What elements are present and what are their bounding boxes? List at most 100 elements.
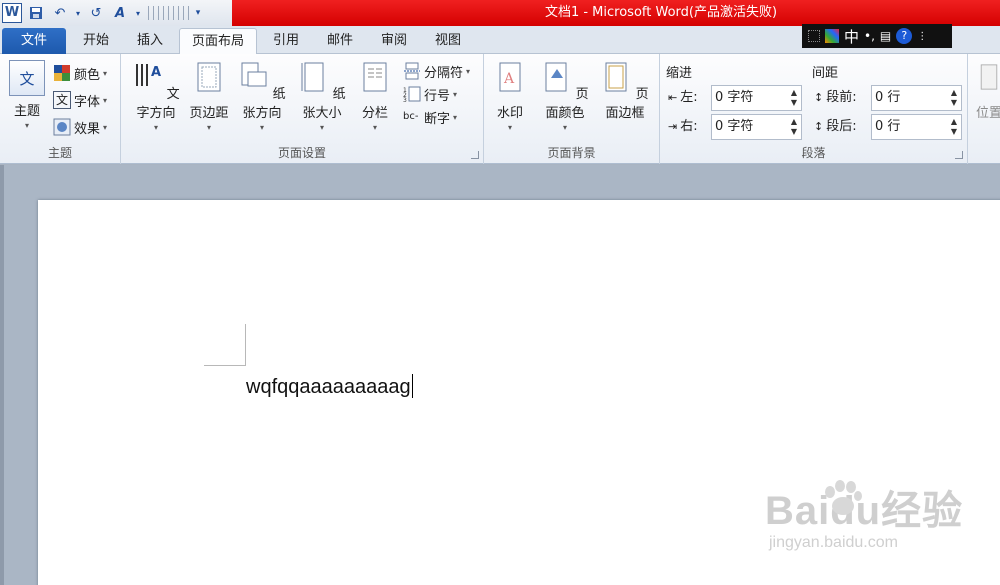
watermark-button[interactable]: A 水印 ▾ [492,60,528,132]
ime-menu-icon[interactable]: ⋮ [917,31,927,42]
tab-insert[interactable]: 插入 [124,28,176,54]
tab-mailings[interactable]: 邮件 [314,28,366,54]
spacing-after-spinner-icon[interactable]: ▲ ▼ [951,117,957,137]
tab-review[interactable]: 审阅 [368,28,420,54]
orientation-button[interactable]: 纸张方向 ▾ [233,60,291,132]
themes-button[interactable]: 文 主题 ▾ [6,60,48,130]
spacing-before-field[interactable]: 0 行 ▲ ▼ [871,85,962,111]
watermark-dropdown-icon: ▾ [507,123,512,132]
page-setup-dialog-launcher[interactable] [471,151,479,159]
breaks-button[interactable]: 分隔符 ▾ [403,60,470,82]
paragraph-dialog-launcher[interactable] [955,151,963,159]
colors-label: 颜色 [74,67,101,83]
watermark-brand: Baidu经验 [765,489,964,533]
effects-label: 效果 [74,121,101,137]
margins-button[interactable]: 页边距 ▾ [187,60,231,132]
page-color-dropdown-icon: ▾ [562,123,567,132]
ime-mode-label[interactable]: 中 [844,26,859,47]
dropdown-small-icon[interactable]: ▾ [74,3,82,23]
breaks-icon [404,62,420,80]
indent-left-spinner-icon[interactable]: ▲ ▼ [791,88,797,108]
hyphenation-label: 断字 [424,111,451,127]
help-icon[interactable]: ? [896,28,913,44]
indent-left-field[interactable]: 0 字符 ▲ ▼ [711,85,802,111]
watermark-icon: A [499,62,521,92]
text-direction-button[interactable]: A 文字方向 ▾ [127,60,185,132]
line-numbers-button[interactable]: 123 行号 ▾ [403,83,457,105]
indent-right-spinner-icon[interactable]: ▲ ▼ [791,117,797,137]
spacing-before-value: 0 行 [875,90,901,105]
spacing-after-value: 0 行 [875,119,901,134]
theme-colors-button[interactable]: 颜色 ▾ [53,62,107,84]
margins-label: 页边距 [189,106,229,121]
theme-fonts-button[interactable]: 文 字体 ▾ [53,89,107,111]
paper-size-button[interactable]: 纸张大小 ▾ [293,60,351,132]
tab-page-layout[interactable]: 页面布局 [179,28,257,55]
tab-references[interactable]: 引用 [260,28,312,54]
line-numbers-icon: 123 [403,86,421,103]
hyphenation-dropdown-icon: ▾ [453,112,458,122]
page-borders-button[interactable]: 页面边框 [596,60,654,121]
text-direction-icon: A [136,64,161,86]
margin-mark-vertical [245,324,246,366]
orientation-icon [241,62,267,87]
text-direction-dropdown-icon: ▾ [153,123,158,132]
document-text-line[interactable]: wqfqqaaaaaaaaag [246,374,413,399]
group-label-themes: 主题 [47,146,72,160]
line-numbers-dropdown-icon: ▾ [453,89,458,99]
spacing-after-field[interactable]: 0 行 ▲ ▼ [871,114,962,140]
tab-home[interactable]: 开始 [70,28,122,54]
spacing-before-spinner-icon[interactable]: ▲ ▼ [951,88,957,108]
indent-right-label-row: ⇥ 右: [668,114,698,140]
page-color-button[interactable]: 页面颜色 ▾ [536,60,594,132]
themes-icon: 文 [9,60,45,96]
themes-dropdown-icon: ▾ [24,121,29,130]
margins-dropdown-icon: ▾ [206,123,211,132]
hyphenation-icon: bc- [403,111,419,122]
effects-icon [53,118,71,136]
ribbon: 文 主题 ▾ 颜色 ▾ 文 字体 ▾ 效果 ▾ 主题 A 文字方向 ▾ 页边距 ▾ [0,54,1000,164]
effects-dropdown-icon: ▾ [103,122,108,132]
ime-grip-icon[interactable] [808,30,820,42]
columns-button[interactable]: 分栏 ▾ [355,60,395,132]
tab-view[interactable]: 视图 [422,28,474,54]
indent-left-value: 0 字符 [715,90,754,105]
toolbar-separators [148,6,189,20]
hyphenation-button[interactable]: bc- 断字 ▾ [403,106,457,128]
indent-right-field[interactable]: 0 字符 ▲ ▼ [711,114,802,140]
fonts-dropdown-icon: ▾ [103,95,108,105]
baidu-paw-icon [825,480,862,515]
save-icon[interactable] [26,3,46,23]
ime-toolbar[interactable]: 中 •, ▤ ? ⋮ [802,24,952,48]
colors-icon [54,65,70,81]
text-cursor [411,374,413,398]
svg-text:A: A [151,65,161,80]
ime-keyboard-icon[interactable]: ▤ [880,29,891,43]
theme-effects-button[interactable]: 效果 ▾ [53,116,107,138]
group-themes: 文 主题 ▾ 颜色 ▾ 文 字体 ▾ 效果 ▾ 主题 [0,54,121,164]
tab-file[interactable]: 文件 [2,28,66,54]
orientation-dropdown-icon: ▾ [259,123,264,132]
indent-title: 缩进 [666,66,693,81]
paper-size-icon [301,62,324,92]
customize-qat-icon[interactable]: ▾ [193,3,203,23]
watermark-url: jingyan.baidu.com [769,534,898,551]
document-text[interactable]: wqfqqaaaaaaaaag [246,376,411,398]
position-button[interactable]: 位置 [974,60,1000,121]
word-logo-icon[interactable]: W [2,3,22,23]
indent-right-label: 右: [680,119,698,134]
redo-icon[interactable]: ↺ [86,3,106,23]
group-label-paragraph: 段落 [801,146,826,160]
ime-logo-icon [825,29,839,43]
window-title: 文档1 - Microsoft Word(产品激活失败) [544,5,778,20]
undo-icon[interactable]: ↶ [50,3,70,23]
baidu-watermark: Baidu经验 jingyan.baidu.com [765,478,963,552]
spacing-after-label-row: ↕ 段后: [814,114,857,140]
customize-dropdown-icon[interactable]: ▾ [134,3,142,23]
group-page-setup: A 文字方向 ▾ 页边距 ▾ 纸张方向 ▾ 纸张大小 ▾ 分栏 ▾ 分隔符▾ [121,54,484,164]
position-icon [980,64,998,90]
ime-punctuation-icon[interactable]: •, [864,29,875,43]
text-effect-icon[interactable]: A [110,3,130,23]
left-ruler-strip [0,165,4,585]
spacing-before-label: 段前: [826,90,857,105]
